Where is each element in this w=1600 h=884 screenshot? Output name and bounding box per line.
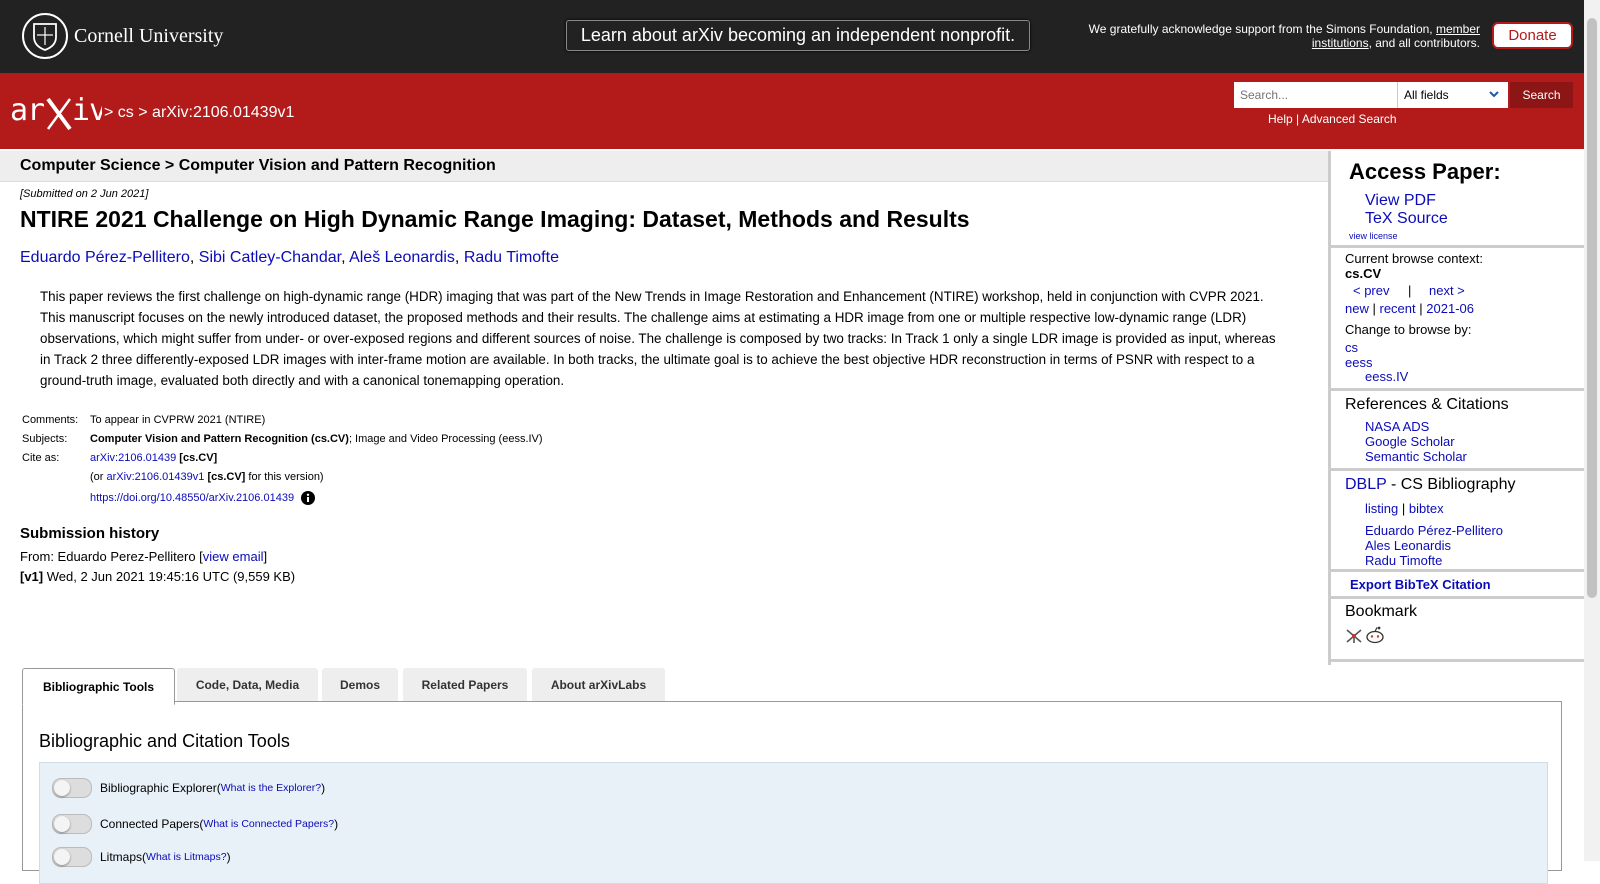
- browse-context-section: Current browse context: cs.CV < prev | n…: [1331, 248, 1589, 391]
- arxiv-logo-icon[interactable]: ar iv: [10, 93, 107, 138]
- search-button[interactable]: Search: [1510, 82, 1573, 108]
- cite-link[interactable]: arXiv:2106.01439: [90, 452, 176, 464]
- new-link[interactable]: new: [1345, 301, 1369, 316]
- next-link[interactable]: next >: [1429, 283, 1465, 298]
- export-bibtex-link[interactable]: Export BibTeX Citation: [1350, 577, 1491, 592]
- doi-link[interactable]: https://doi.org/10.48550/arXiv.2106.0143…: [90, 492, 294, 504]
- dblp-author-link[interactable]: Radu Timofte: [1365, 553, 1442, 568]
- chevron-down-icon: [1489, 91, 1499, 98]
- help-link[interactable]: What is Litmaps?: [146, 851, 227, 863]
- toggle-row: Litmaps (What is Litmaps?): [52, 847, 231, 867]
- toggle-row: Connected Papers (What is Connected Pape…: [52, 814, 338, 834]
- submitter: From: Eduardo Perez-Pellitero [view emai…: [20, 549, 268, 564]
- tools-box: Bibliographic Explorer (What is the Expl…: [39, 762, 1548, 884]
- page-scrollbar[interactable]: [1584, 0, 1600, 861]
- reddit-icon[interactable]: [1365, 626, 1385, 644]
- submission-date: [Submitted on 2 Jun 2021]: [20, 188, 149, 200]
- author-list: Eduardo Pérez-Pellitero, Sibi Catley-Cha…: [20, 249, 559, 266]
- cornell-logo[interactable]: Cornell University: [22, 13, 223, 59]
- tab-about-arxivlabs[interactable]: About arXivLabs: [532, 668, 665, 702]
- announcement-button[interactable]: Learn about arXiv becoming an independen…: [566, 20, 1030, 51]
- google-scholar-link[interactable]: Google Scholar: [1365, 434, 1455, 449]
- browse-cs-link[interactable]: cs: [1345, 340, 1358, 355]
- help-link[interactable]: What is the Explorer?: [221, 782, 321, 794]
- panel-title: Bibliographic and Citation Tools: [39, 731, 290, 751]
- tex-source-link[interactable]: TeX Source: [1365, 210, 1448, 228]
- author-link[interactable]: Radu Timofte: [464, 249, 559, 266]
- tab-related-papers[interactable]: Related Papers: [403, 668, 527, 702]
- search-input[interactable]: [1234, 82, 1397, 108]
- category-header: Computer Science > Computer Vision and P…: [0, 151, 1328, 182]
- toggle-row: Bibliographic Explorer (What is the Expl…: [52, 778, 325, 798]
- browse-context: cs.CV: [1345, 266, 1382, 281]
- month-link[interactable]: 2021-06: [1426, 301, 1474, 316]
- dblp-listing-link[interactable]: listing: [1365, 501, 1398, 516]
- recent-link[interactable]: recent: [1380, 301, 1416, 316]
- help-link[interactable]: Help: [1268, 112, 1293, 126]
- author-link[interactable]: Sibi Catley-Chandar: [199, 249, 341, 266]
- paper-title: NTIRE 2021 Challenge on High Dynamic Ran…: [20, 206, 970, 232]
- info-icon[interactable]: [301, 491, 316, 505]
- search-field-select[interactable]: All fields: [1397, 82, 1508, 108]
- cornell-seal-icon: [22, 13, 68, 59]
- donate-button[interactable]: Donate: [1492, 22, 1573, 49]
- arxiv-header: ar iv > cs > arXiv:2106.01439v1 All fiel…: [0, 73, 1584, 149]
- breadcrumb: > cs > arXiv:2106.01439v1: [104, 104, 295, 121]
- version-1: [v1] Wed, 2 Jun 2021 19:45:16 UTC (9,559…: [20, 569, 296, 584]
- tab-code-data-media[interactable]: Code, Data, Media: [177, 668, 318, 702]
- view-license-link[interactable]: view license: [1349, 231, 1398, 241]
- references-section: References & Citations NASA ADS Google S…: [1331, 391, 1589, 471]
- breadcrumb-paper-id: arXiv:2106.01439v1: [152, 104, 295, 121]
- help-link[interactable]: What is Connected Papers?: [203, 818, 334, 830]
- top-banner: Cornell University Learn about arXiv bec…: [0, 0, 1584, 73]
- submission-history-heading: Submission history: [20, 525, 160, 542]
- dblp-link[interactable]: DBLP: [1345, 476, 1387, 493]
- dblp-bibtex-link[interactable]: bibtex: [1409, 501, 1444, 516]
- abstract-text: This paper reviews the first challenge o…: [40, 289, 1276, 388]
- svg-text:iv: iv: [72, 93, 102, 128]
- tab-panel: Bibliographic and Citation Tools Bibliog…: [22, 701, 1562, 884]
- svg-text:ar: ar: [10, 93, 44, 128]
- semantic-scholar-link[interactable]: Semantic Scholar: [1365, 449, 1467, 464]
- bibliographic-explorer-toggle[interactable]: [52, 778, 92, 798]
- tab-demos[interactable]: Demos: [322, 668, 398, 702]
- sidebar: Access Paper: View PDF TeX Source view l…: [1328, 151, 1589, 665]
- dblp-section: DBLP - CS Bibliography listing | bibtex …: [1331, 471, 1589, 572]
- export-section: Export BibTeX Citation: [1331, 572, 1589, 599]
- prev-link[interactable]: < prev: [1353, 283, 1390, 298]
- cornell-name: Cornell University: [74, 24, 224, 47]
- connected-papers-toggle[interactable]: [52, 814, 92, 834]
- tab-bibliographic-tools[interactable]: Bibliographic Tools: [22, 668, 175, 705]
- browse-eessiv-link[interactable]: eess.IV: [1365, 369, 1408, 384]
- breadcrumb-cs[interactable]: cs: [118, 104, 134, 121]
- bookmark-section: Bookmark: [1331, 599, 1589, 662]
- acknowledgement-text: We gratefully acknowledge support from t…: [1088, 22, 1480, 50]
- author-link[interactable]: Eduardo Pérez-Pellitero: [20, 249, 190, 266]
- nasa-ads-link[interactable]: NASA ADS: [1365, 419, 1429, 434]
- browse-eess-link[interactable]: eess: [1345, 355, 1372, 370]
- scrollbar-thumb[interactable]: [1587, 18, 1597, 598]
- dblp-author-link[interactable]: Ales Leonardis: [1365, 538, 1451, 553]
- view-pdf-link[interactable]: View PDF: [1365, 192, 1436, 210]
- dblp-author-link[interactable]: Eduardo Pérez-Pellitero: [1365, 523, 1503, 538]
- category-title: Computer Science > Computer Vision and P…: [20, 157, 496, 174]
- help-links: Help | Advanced Search: [1268, 112, 1397, 126]
- access-paper-section: Access Paper: View PDF TeX Source view l…: [1331, 151, 1589, 248]
- view-email-link[interactable]: view email: [203, 549, 264, 564]
- author-link[interactable]: Aleš Leonardis: [349, 249, 455, 266]
- advanced-search-link[interactable]: Advanced Search: [1302, 112, 1397, 126]
- access-paper-heading: Access Paper:: [1349, 159, 1501, 184]
- bibsonomy-icon[interactable]: [1345, 628, 1363, 644]
- litmaps-toggle[interactable]: [52, 847, 92, 867]
- cite-version-link[interactable]: arXiv:2106.01439v1: [107, 471, 205, 483]
